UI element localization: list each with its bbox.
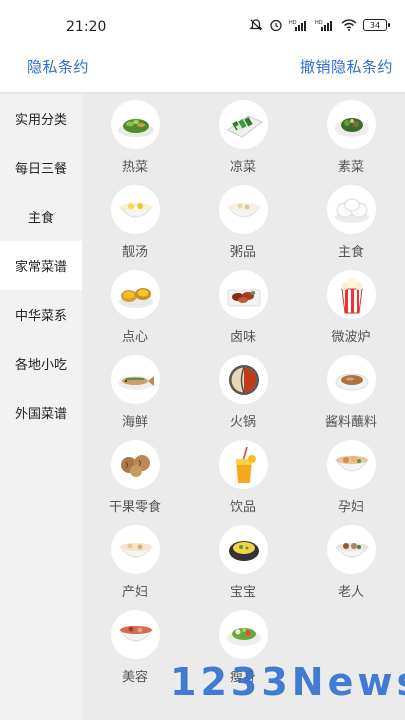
- grid-item-baby[interactable]: 宝宝: [203, 520, 283, 605]
- status-bar: 21:20 HD HD 34: [0, 0, 405, 52]
- porridge-icon: [219, 185, 268, 234]
- grid-item-label: 卤味: [229, 330, 256, 345]
- grid-item-braised[interactable]: 卤味: [203, 265, 283, 350]
- privacy-policy-link[interactable]: 隐私条约: [27, 56, 89, 77]
- grid-item-seafood[interactable]: 海鲜: [95, 350, 175, 435]
- grid-item-soup[interactable]: 靓汤: [95, 180, 175, 265]
- grid-item-postpartum[interactable]: 产妇: [95, 520, 175, 605]
- sidebar-item-staple[interactable]: 主食: [0, 192, 82, 241]
- grid-item-label: 海鲜: [121, 415, 148, 430]
- mute-icon: [249, 18, 263, 32]
- revoke-privacy-policy-link[interactable]: 撤销隐私条约: [300, 56, 393, 77]
- grid-item-label: 酱料蘸料: [324, 415, 377, 430]
- grid-item-nuts-snacks[interactable]: 干果零食: [95, 435, 175, 520]
- grid-item-label: 饮品: [229, 500, 256, 515]
- grid-item-microwave[interactable]: 微波炉: [311, 265, 391, 350]
- beauty-dessert-icon: [111, 610, 160, 659]
- grid-item-label: 微波炉: [331, 330, 371, 345]
- grid-item-sauces[interactable]: 酱料蘸料: [311, 350, 391, 435]
- sidebar-item-daily-meals[interactable]: 每日三餐: [0, 143, 82, 192]
- grid-item-label: 孕妇: [337, 500, 364, 515]
- sauce-dish-icon: [327, 355, 376, 404]
- popcorn-icon: [327, 270, 376, 319]
- egg-tart-icon: [111, 270, 160, 319]
- grid-item-staple[interactable]: 主食: [311, 180, 391, 265]
- vegetable-plate-icon: [327, 100, 376, 149]
- grid-item-drinks[interactable]: 饮品: [203, 435, 283, 520]
- grid-item-beauty[interactable]: 美容: [95, 605, 175, 690]
- grid-item-label: 美容: [121, 670, 148, 685]
- baby-egg-custard-icon: [219, 525, 268, 574]
- watermark: 1233News: [170, 660, 405, 704]
- elder-soup-icon: [327, 525, 376, 574]
- grid-item-label: 点心: [121, 330, 148, 345]
- grid-item-label: 凉菜: [229, 160, 256, 175]
- recipe-category-grid: 热菜 凉菜 素菜 靓汤 粥品 主食 点心 卤味 微波炉 海鲜 火锅 酱料蘸料 干…: [82, 94, 405, 720]
- alarm-icon: [269, 18, 283, 32]
- grid-item-label: 粥品: [229, 245, 256, 260]
- postpartum-soup-icon: [111, 525, 160, 574]
- steamed-buns-icon: [327, 185, 376, 234]
- walnuts-icon: [111, 440, 160, 489]
- grid-item-label: 主食: [337, 245, 364, 260]
- sidebar-item-local-snacks[interactable]: 各地小吃: [0, 339, 82, 388]
- grid-item-dim-sum[interactable]: 点心: [95, 265, 175, 350]
- grid-item-label: 老人: [337, 585, 364, 600]
- svg-text:HD: HD: [315, 20, 323, 26]
- salad-icon: [219, 610, 268, 659]
- top-bar: 隐私条约 撤销隐私条约: [0, 52, 405, 92]
- hd-signal-icon: HD: [289, 19, 309, 31]
- grid-item-elderly[interactable]: 老人: [311, 520, 391, 605]
- status-icons: HD HD 34: [249, 18, 390, 32]
- grid-item-label: 火锅: [229, 415, 256, 430]
- fish-dish-icon: [111, 355, 160, 404]
- svg-text:HD: HD: [289, 20, 297, 26]
- grid-item-label: 素菜: [337, 160, 364, 175]
- sidebar-item-foreign-recipes[interactable]: 外国菜谱: [0, 388, 82, 437]
- wifi-icon: [341, 19, 357, 31]
- stir-fry-greens-icon: [111, 100, 160, 149]
- battery-icon: 34: [363, 19, 390, 31]
- grid-item-label: 靓汤: [121, 245, 148, 260]
- grid-item-label: 热菜: [121, 160, 148, 175]
- soup-bowl-icon: [111, 185, 160, 234]
- nourishing-soup-icon: [327, 440, 376, 489]
- grid-item-hotpot[interactable]: 火锅: [203, 350, 283, 435]
- sidebar-item-chinese-cuisine[interactable]: 中华菜系: [0, 290, 82, 339]
- cucumber-salad-icon: [219, 100, 268, 149]
- grid-item-vegetarian[interactable]: 素菜: [311, 95, 391, 180]
- grid-item-porridge[interactable]: 粥品: [203, 180, 283, 265]
- grid-item-pregnant[interactable]: 孕妇: [311, 435, 391, 520]
- grid-item-label: 宝宝: [229, 585, 256, 600]
- sidebar-item-practical[interactable]: 实用分类: [0, 94, 82, 143]
- grid-item-label: 产妇: [121, 585, 148, 600]
- hotpot-icon: [219, 355, 268, 404]
- grid-item-cold-dishes[interactable]: 凉菜: [203, 95, 283, 180]
- juice-glass-icon: [219, 440, 268, 489]
- hd-signal-icon: HD: [315, 19, 335, 31]
- grid-item-hot-dishes[interactable]: 热菜: [95, 95, 175, 180]
- braised-meat-icon: [219, 270, 268, 319]
- sidebar-item-home-cooking[interactable]: 家常菜谱: [0, 241, 82, 290]
- status-time: 21:20: [66, 19, 107, 35]
- category-sidebar: 实用分类 每日三餐 主食 家常菜谱 中华菜系 各地小吃 外国菜谱: [0, 94, 82, 720]
- grid-item-label: 干果零食: [108, 500, 161, 515]
